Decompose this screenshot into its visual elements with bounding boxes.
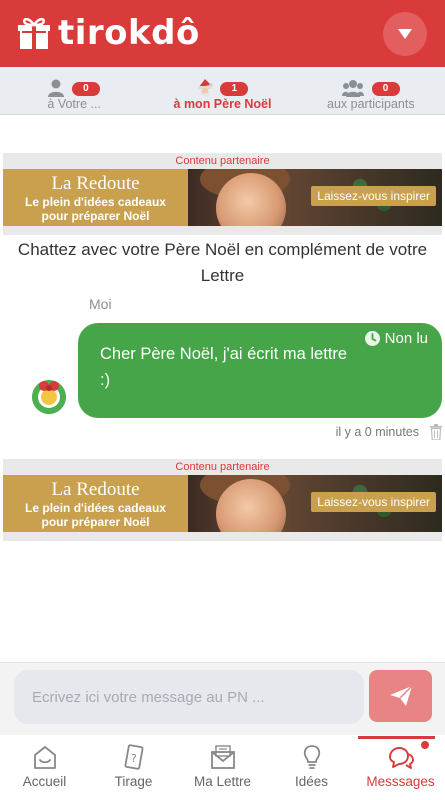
tab-votre[interactable]: 0 à Votre ... (0, 67, 148, 114)
ad-image: Laissez-vous inspirer (188, 475, 442, 532)
chat-intro-text: Chattez avec votre Père Noël en compléme… (17, 240, 428, 285)
group-icon (342, 80, 365, 97)
sender-label: Moi (89, 296, 112, 312)
notification-dot (421, 741, 429, 749)
nav-item-tirage[interactable]: ? Tirage (89, 736, 178, 800)
chat-icon (388, 747, 414, 769)
tab-badge: 1 (220, 82, 249, 96)
logo-text: tirokdô (58, 13, 200, 53)
clock-icon (364, 331, 380, 346)
logo[interactable]: tirokdô (18, 16, 200, 50)
ad-tagline-2: pour préparer Noël (41, 515, 150, 529)
ad-image: Laissez-vous inspirer (188, 169, 442, 226)
partner-ad-bottom: Contenu partenaire La Redoute Le plein d… (3, 459, 442, 541)
nav-item-idees[interactable]: Idées (267, 736, 356, 800)
envelope-icon (210, 745, 235, 769)
nav-label: Accueil (22, 774, 67, 789)
ad-banner[interactable]: La Redoute Le plein d'idées cadeaux pour… (3, 475, 442, 532)
tab-label: à mon Père Noël (173, 97, 272, 111)
avatar[interactable] (32, 380, 66, 414)
tab-badge: 0 (71, 82, 100, 96)
send-button[interactable] (369, 670, 432, 722)
tab-badge: 0 (371, 82, 400, 96)
message-time: il y a 0 minutes (335, 425, 419, 439)
person-icon (48, 79, 65, 97)
read-status-text: Non lu (384, 330, 428, 347)
ad-label: Contenu partenaire (175, 461, 270, 473)
wreath-avatar-icon (32, 380, 66, 414)
ad-banner[interactable]: La Redoute Le plein d'idées cadeaux pour… (3, 169, 442, 226)
partner-ad-top: Contenu partenaire La Redoute Le plein d… (3, 153, 442, 235)
lightbulb-icon (303, 745, 320, 769)
bottom-navigation: Accueil ? Tirage Ma Lettre Idées Messsag… (0, 736, 445, 800)
nav-item-messages[interactable]: Messsages (356, 736, 445, 800)
ad-tagline-1: Le plein d'idées cadeaux (25, 195, 166, 209)
draw-card-icon: ? (124, 744, 143, 770)
recipient-tabs: 0 à Votre ... 1 à mon Père Noël 0 aux pa… (0, 67, 445, 115)
app-header: tirokdô (0, 0, 445, 67)
trash-icon[interactable] (429, 424, 443, 440)
message-composer (0, 662, 445, 735)
nav-item-accueil[interactable]: Accueil (0, 736, 89, 800)
ad-label: Contenu partenaire (175, 155, 270, 167)
tab-label: aux participants (327, 97, 415, 111)
ad-cta-button[interactable]: Laissez-vous inspirer (311, 186, 436, 206)
tab-participants[interactable]: 0 aux participants (297, 67, 445, 114)
svg-text:?: ? (131, 752, 137, 765)
menu-dropdown-button[interactable] (383, 12, 427, 56)
ad-brand: La Redoute (51, 173, 140, 194)
tab-pere-noel[interactable]: 1 à mon Père Noël (148, 67, 296, 114)
nav-label: Ma Lettre (193, 774, 252, 789)
ad-text-panel: La Redoute Le plein d'idées cadeaux pour… (3, 475, 188, 532)
message-text: Cher Père Noël, j'ai écrit ma lettre :) (100, 345, 348, 389)
ad-cta-button[interactable]: Laissez-vous inspirer (311, 492, 436, 512)
message-bubble[interactable]: Non lu Cher Père Noël, j'ai écrit ma let… (78, 323, 442, 418)
home-icon (33, 746, 56, 769)
ad-brand: La Redoute (51, 479, 140, 500)
send-icon (389, 685, 413, 706)
gift-icon (18, 17, 50, 49)
message-meta: il y a 0 minutes (336, 424, 445, 440)
ad-tagline-2: pour préparer Noël (41, 209, 150, 223)
app-screen: tirokdô 0 à Votre ... 1 à mon Père Noël … (0, 0, 445, 800)
nav-item-ma-lettre[interactable]: Ma Lettre (178, 736, 267, 800)
chevron-down-icon (398, 29, 412, 39)
read-status: Non lu (364, 330, 428, 347)
nav-label: Messsages (366, 774, 435, 789)
nav-label: Tirage (114, 774, 153, 789)
ad-text-panel: La Redoute Le plein d'idées cadeaux pour… (3, 169, 188, 226)
ad-tagline-1: Le plein d'idées cadeaux (25, 501, 166, 515)
nav-label: Idées (294, 774, 329, 789)
santa-icon (197, 79, 213, 97)
tab-label: à Votre ... (47, 97, 101, 111)
message-input[interactable] (14, 670, 364, 724)
